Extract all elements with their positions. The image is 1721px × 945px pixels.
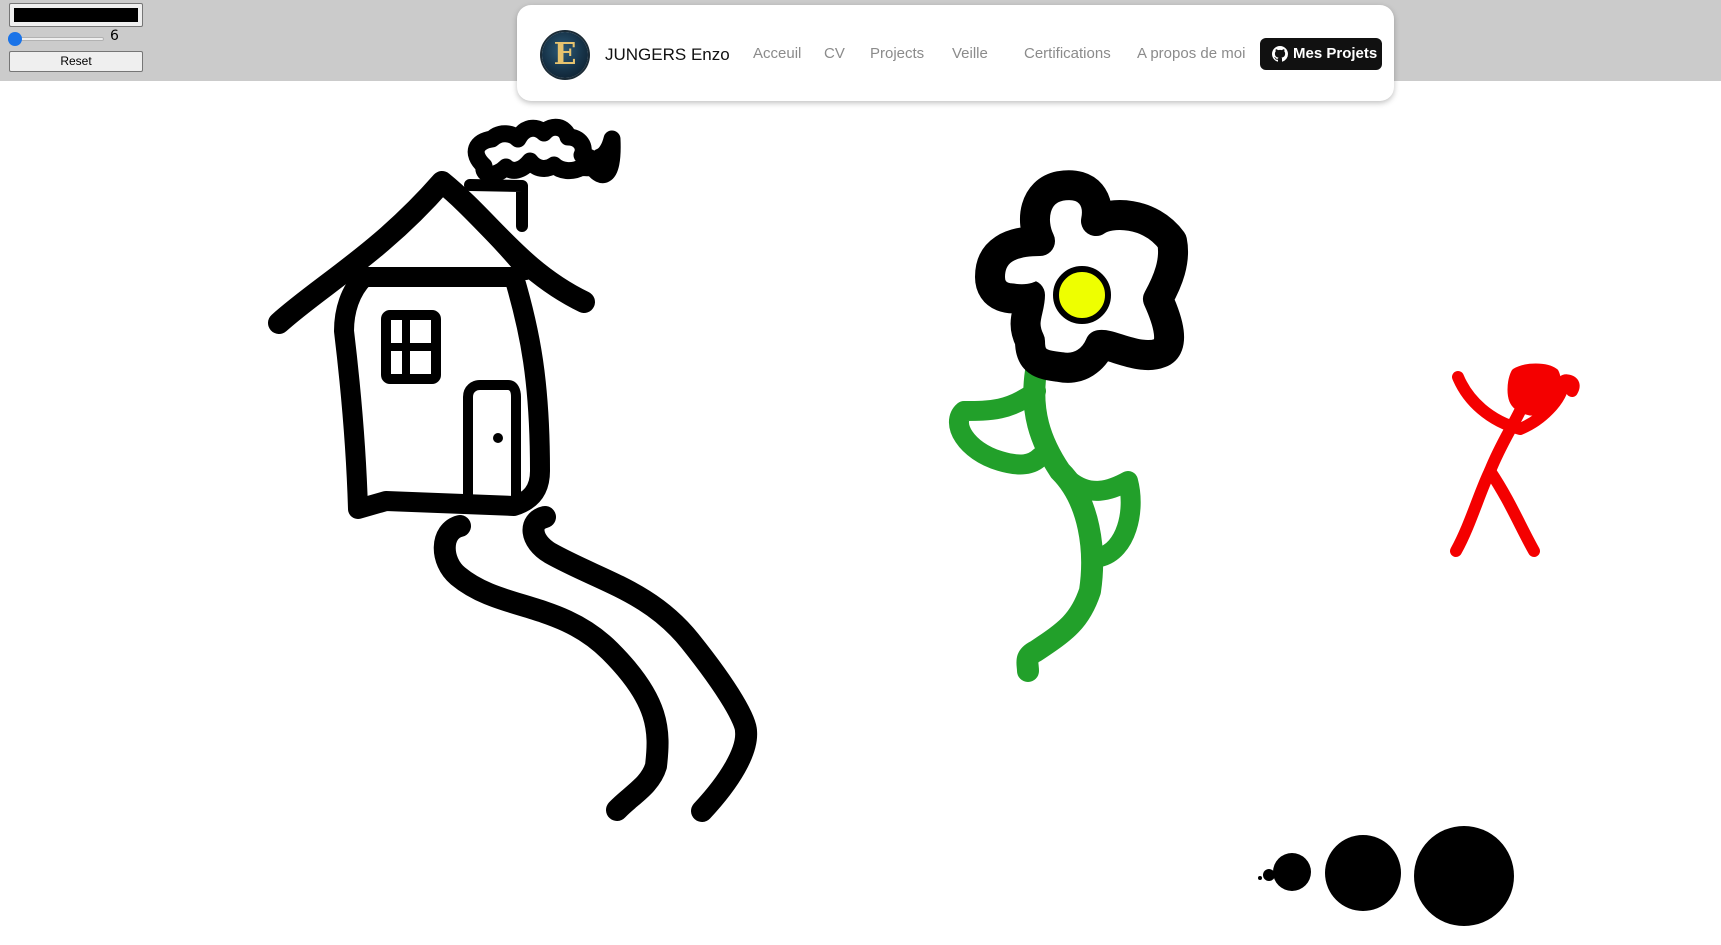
brush-sample-tiny [1258, 876, 1262, 880]
drawing-canvas[interactable] [0, 81, 1721, 945]
brush-sample-medium [1273, 853, 1311, 891]
house-wall-stroke [334, 267, 550, 519]
path-left-stroke [433, 515, 669, 821]
person-legs-stroke [1450, 465, 1540, 557]
drawing-surface [268, 118, 1580, 926]
house-roof-stroke [268, 171, 595, 334]
flower-petal-inner-1 [1065, 229, 1079, 257]
page: 6 Reset E JUNGERS Enzo Acceuil CV Projec… [0, 0, 1721, 945]
slider-thumb[interactable] [8, 32, 22, 46]
github-projects-button[interactable]: Mes Projets [1260, 38, 1382, 70]
logo-e-icon[interactable]: E [542, 32, 588, 78]
path-right-stroke [522, 506, 758, 822]
reset-button[interactable]: Reset [9, 51, 143, 72]
nav-link-cv[interactable]: CV [824, 45, 845, 62]
brush-size-slider[interactable] [6, 32, 106, 46]
color-picker-swatch [14, 8, 138, 22]
logo-letter: E [553, 37, 577, 72]
slider-track [8, 37, 104, 41]
flower-center [1053, 266, 1111, 324]
house-door-stroke [463, 380, 521, 506]
nav-link-certifications[interactable]: Certifications [1024, 45, 1111, 62]
flower-petal-inner-4 [1108, 305, 1148, 335]
nav-link-acceuil[interactable]: Acceuil [753, 45, 801, 62]
color-picker[interactable] [9, 3, 143, 27]
house-window-cross-stroke [384, 313, 438, 381]
nav-link-veille[interactable]: Veille [952, 45, 988, 62]
smoke-stroke [467, 118, 621, 184]
github-icon [1272, 46, 1288, 62]
brush-size-value: 6 [110, 28, 119, 44]
brush-sample-large [1325, 835, 1401, 911]
brush-sample-xlarge [1414, 826, 1514, 926]
nav-link-projects[interactable]: Projects [870, 45, 924, 62]
house-roof-inner-stroke [434, 174, 534, 280]
flower-petal-inner-2 [1118, 245, 1154, 271]
github-projects-label: Mes Projets [1293, 45, 1378, 62]
flower-stem-stroke [1016, 360, 1104, 682]
drawing-controls: 6 Reset [0, 0, 150, 81]
nav-link-a-propos[interactable]: A propos de moi [1137, 45, 1245, 62]
brand-name[interactable]: JUNGERS Enzo [605, 45, 730, 65]
house-door-knob [493, 433, 503, 443]
